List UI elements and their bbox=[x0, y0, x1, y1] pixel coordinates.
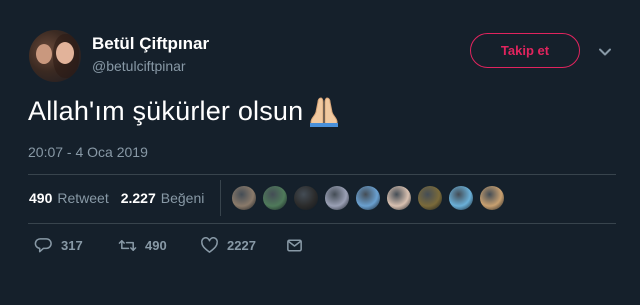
engagement-stats: 490 Retweet 2.227 Beğeni bbox=[29, 190, 204, 206]
retweet-button[interactable]: 490 bbox=[118, 236, 200, 255]
retweet-count[interactable]: 490 bbox=[29, 190, 52, 206]
like-action-count: 2227 bbox=[227, 238, 256, 253]
liker-avatar[interactable] bbox=[325, 186, 349, 210]
divider bbox=[28, 174, 616, 175]
tweet-card: Betül Çiftpınar @betulciftpinar Takip et… bbox=[0, 0, 640, 305]
liker-avatar[interactable] bbox=[263, 186, 287, 210]
heart-icon bbox=[200, 236, 219, 255]
action-bar: 317 490 2227 bbox=[34, 236, 304, 255]
liker-avatar[interactable] bbox=[480, 186, 504, 210]
envelope-icon bbox=[285, 236, 304, 255]
liker-avatar[interactable] bbox=[232, 186, 256, 210]
liker-avatar[interactable] bbox=[449, 186, 473, 210]
display-name[interactable]: Betül Çiftpınar bbox=[92, 34, 209, 54]
avatar[interactable] bbox=[29, 30, 81, 82]
follow-button[interactable]: Takip et bbox=[470, 33, 580, 68]
liker-avatar[interactable] bbox=[387, 186, 411, 210]
reply-icon bbox=[34, 236, 53, 255]
liker-avatar[interactable] bbox=[294, 186, 318, 210]
chevron-down-icon[interactable] bbox=[597, 44, 613, 60]
folded-hands-icon bbox=[305, 94, 343, 128]
retweet-label[interactable]: Retweet bbox=[57, 190, 108, 206]
like-count[interactable]: 2.227 bbox=[121, 190, 156, 206]
retweet-action-count: 490 bbox=[145, 238, 167, 253]
liker-avatar[interactable] bbox=[356, 186, 380, 210]
user-handle[interactable]: @betulciftpinar bbox=[92, 58, 186, 74]
stats-separator bbox=[220, 180, 221, 216]
tweet-text-row: Allah'ım şükürler olsun bbox=[28, 94, 343, 128]
direct-message-button[interactable] bbox=[285, 236, 304, 255]
divider bbox=[28, 223, 616, 224]
tweet-timestamp[interactable]: 20:07 - 4 Oca 2019 bbox=[28, 144, 148, 160]
like-label[interactable]: Beğeni bbox=[161, 190, 205, 206]
like-button[interactable]: 2227 bbox=[200, 236, 285, 255]
avatar-face-right bbox=[56, 42, 74, 64]
liker-avatars bbox=[232, 186, 511, 210]
reply-button[interactable]: 317 bbox=[34, 236, 118, 255]
tweet-text: Allah'ım şükürler olsun bbox=[28, 96, 303, 127]
liker-avatar[interactable] bbox=[418, 186, 442, 210]
avatar-face-left bbox=[36, 44, 52, 64]
retweet-icon bbox=[118, 236, 137, 255]
reply-count: 317 bbox=[61, 238, 83, 253]
